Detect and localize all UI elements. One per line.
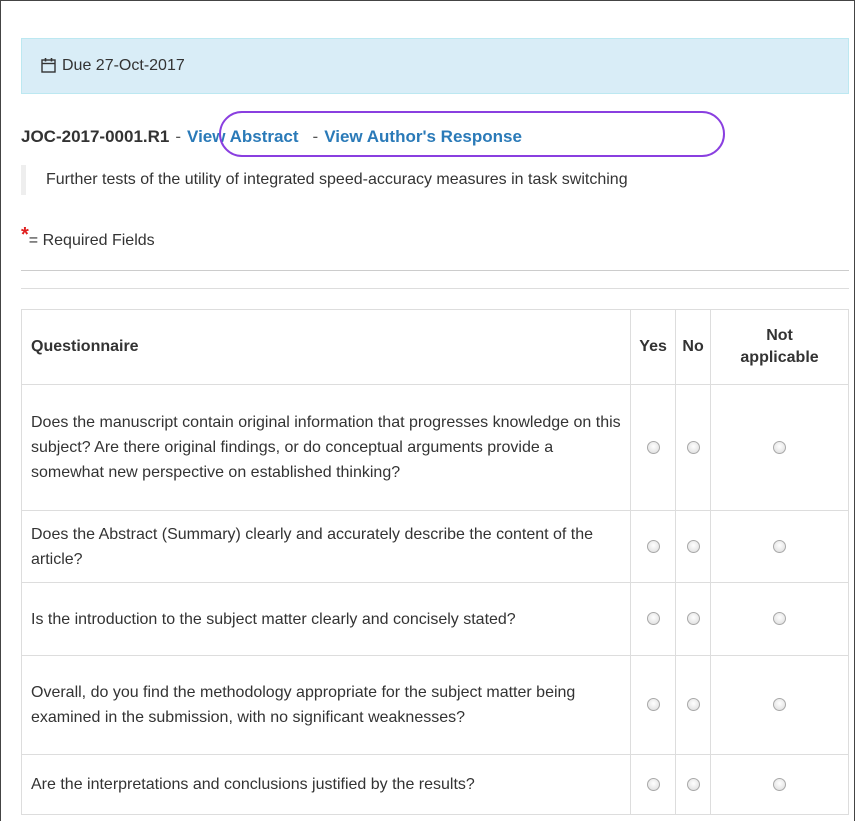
required-fields-text: = Required Fields [28, 232, 155, 249]
calendar-icon [40, 56, 58, 74]
question-text: Is the introduction to the subject matte… [20, 582, 632, 656]
radio-yes[interactable] [646, 777, 660, 791]
table-row: Is the introduction to the subject matte… [20, 582, 849, 656]
radio-not-applicable[interactable] [773, 612, 787, 626]
radio-no[interactable] [686, 777, 700, 791]
header-yes: Yes [630, 309, 677, 385]
manuscript-header: JOC-2017-0001.R1 - View Abstract - View … [21, 122, 522, 152]
questionnaire-table: Questionnaire Yes No Not applicable Does… [20, 309, 849, 815]
view-abstract-link[interactable]: View Abstract [187, 127, 299, 147]
question-text: Are the interpretations and conclusions … [20, 754, 632, 815]
radio-yes[interactable] [646, 612, 660, 626]
table-header-row: Questionnaire Yes No Not applicable [20, 309, 849, 385]
separator: - [312, 127, 319, 146]
question-text: Does the manuscript contain original inf… [20, 384, 632, 511]
table-row: Does the manuscript contain original inf… [20, 384, 849, 511]
radio-no[interactable] [686, 440, 700, 454]
table-row: Are the interpretations and conclusions … [20, 754, 849, 815]
radio-yes[interactable] [646, 539, 660, 553]
header-not-applicable: Not applicable [710, 309, 849, 385]
divider [21, 270, 849, 271]
radio-no[interactable] [686, 539, 700, 553]
manuscript-title-text: Further tests of the utility of integrat… [46, 171, 628, 188]
table-row: Does the Abstract (Summary) clearly and … [20, 510, 849, 583]
due-date-text: Due 27-Oct-2017 [62, 57, 185, 74]
divider [21, 288, 849, 289]
radio-no[interactable] [686, 698, 700, 712]
radio-not-applicable[interactable] [773, 440, 787, 454]
radio-not-applicable[interactable] [773, 539, 787, 553]
view-author-response-link[interactable]: View Author's Response [324, 127, 522, 147]
required-star: * [21, 224, 29, 246]
question-text: Does the Abstract (Summary) clearly and … [20, 510, 632, 583]
header-questionnaire: Questionnaire [20, 309, 632, 385]
radio-not-applicable[interactable] [773, 777, 787, 791]
table-row: Overall, do you find the methodology app… [20, 655, 849, 755]
question-text: Overall, do you find the methodology app… [20, 655, 632, 755]
radio-yes[interactable] [646, 440, 660, 454]
manuscript-title: Further tests of the utility of integrat… [21, 165, 628, 195]
due-date-banner: Due 27-Oct-2017 [21, 38, 849, 94]
separator: - [175, 127, 182, 146]
radio-yes[interactable] [646, 698, 660, 712]
header-na-line2: applicable [740, 349, 819, 366]
radio-no[interactable] [686, 612, 700, 626]
required-fields-note: *= Required Fields [21, 224, 155, 251]
manuscript-id: JOC-2017-0001.R1 [21, 127, 170, 146]
radio-not-applicable[interactable] [773, 698, 787, 712]
header-na-line1: Not [766, 327, 793, 344]
header-no: No [675, 309, 712, 385]
